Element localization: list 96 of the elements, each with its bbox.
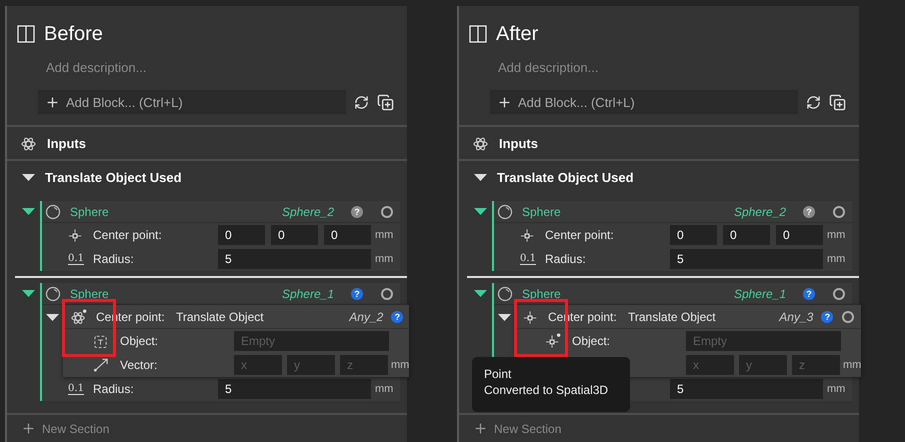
number-field[interactable]: 0 <box>218 225 265 245</box>
status-circle-icon[interactable] <box>841 310 856 324</box>
sphere-icon <box>497 286 513 302</box>
block-name: Sphere <box>70 286 109 300</box>
help-icon[interactable]: ? <box>351 288 363 300</box>
expand-toggle[interactable] <box>22 172 35 182</box>
variable-name: Sphere_1 <box>734 286 786 300</box>
help-icon[interactable]: ? <box>803 288 815 300</box>
unit-label: mm <box>827 229 846 241</box>
plus-icon <box>473 421 488 436</box>
refresh-icon[interactable] <box>806 94 821 110</box>
inputs-label[interactable]: Inputs <box>47 136 86 150</box>
block-name: Sphere <box>522 204 561 218</box>
vector-field[interactable]: y <box>739 355 787 375</box>
number-field[interactable]: 5 <box>670 379 823 399</box>
param-label: Object: <box>572 334 612 348</box>
arrow-icon <box>93 357 109 373</box>
object-field[interactable]: Empty <box>234 331 389 351</box>
block-title: Translate Object <box>628 310 716 324</box>
atom-icon <box>21 135 38 151</box>
section-title: Translate Object Used <box>45 170 182 184</box>
variable-name: Sphere_2 <box>734 204 786 218</box>
expand-toggle[interactable] <box>474 207 487 216</box>
expand-toggle[interactable] <box>474 289 487 298</box>
vector-field[interactable]: x <box>234 355 282 375</box>
unit-label: mm <box>375 253 394 265</box>
expand-toggle[interactable] <box>498 313 511 322</box>
status-circle-icon[interactable] <box>380 204 394 218</box>
description-placeholder[interactable]: Add description... <box>498 60 851 78</box>
vector-field[interactable]: z <box>792 355 840 375</box>
variable-name: Sphere_1 <box>282 286 334 300</box>
status-circle-icon[interactable] <box>380 286 394 300</box>
add-block-field[interactable]: Add Block... (Ctrl+L) <box>490 90 798 114</box>
status-circle-icon[interactable] <box>832 286 846 300</box>
variable-name: Sphere_2 <box>282 204 334 218</box>
expand-toggle[interactable] <box>474 172 487 182</box>
crosshair-point-icon <box>520 227 536 243</box>
sphere-icon <box>45 204 61 220</box>
number-field[interactable]: 5 <box>218 379 371 399</box>
block-title: Translate Object <box>176 310 264 324</box>
param-label: Object: <box>120 334 160 348</box>
crosshair-point-icon <box>68 227 84 243</box>
sphere-icon <box>45 286 61 302</box>
param-label: Radius: <box>545 252 587 266</box>
vector-field[interactable]: y <box>287 355 335 375</box>
param-label: Vector: <box>120 358 158 372</box>
unit-label: mm <box>375 383 394 395</box>
sphere-icon <box>497 204 513 220</box>
atom-icon <box>473 135 490 151</box>
number-field[interactable]: 0 <box>670 225 717 245</box>
copy-plus-icon[interactable] <box>829 94 846 110</box>
unit-label: mm <box>375 229 394 241</box>
number-field[interactable]: 0 <box>776 225 823 245</box>
new-section-button[interactable]: New Section <box>7 413 407 442</box>
refresh-icon[interactable] <box>354 94 369 110</box>
expand-toggle[interactable] <box>22 289 35 298</box>
unit-label: mm <box>827 253 846 265</box>
new-section-button[interactable]: New Section <box>459 413 859 442</box>
number-field[interactable]: 5 <box>670 249 823 269</box>
help-icon[interactable]: ? <box>391 310 404 322</box>
plus-icon <box>497 94 512 110</box>
tooltip-text: Converted to Spatial3D <box>484 383 610 397</box>
param-label: Center point: <box>93 228 163 242</box>
expand-toggle[interactable] <box>46 313 59 322</box>
param-label: Center point: <box>545 228 615 242</box>
copy-plus-icon[interactable] <box>377 94 394 110</box>
number-field[interactable]: 0 <box>271 225 318 245</box>
number-field[interactable]: 0 <box>723 225 770 245</box>
panel-title: Before <box>44 22 103 46</box>
inputs-label[interactable]: Inputs <box>499 136 538 150</box>
tooltip-title: Point <box>484 367 512 381</box>
expand-toggle[interactable] <box>22 207 35 216</box>
number-field[interactable]: 5 <box>218 249 371 269</box>
object-field[interactable]: Empty <box>686 331 841 351</box>
param-label: Radius: <box>93 252 135 266</box>
variable-name: Any_2 <box>349 310 384 324</box>
add-block-field[interactable]: Add Block... (Ctrl+L) <box>38 90 346 114</box>
panel-icon <box>469 25 487 43</box>
vector-field[interactable]: x <box>686 355 734 375</box>
vector-field[interactable]: z <box>340 355 388 375</box>
block-name: Sphere <box>70 204 109 218</box>
block-name: Sphere <box>522 286 561 300</box>
unit-label: mm <box>391 359 410 371</box>
plus-icon <box>45 94 60 110</box>
section-title: Translate Object Used <box>497 170 634 184</box>
status-circle-icon[interactable] <box>832 204 846 218</box>
unit-label: mm <box>827 383 846 395</box>
description-placeholder[interactable]: Add description... <box>46 60 399 78</box>
unit-label: mm <box>843 359 862 371</box>
panel-icon <box>17 25 35 43</box>
help-icon[interactable]: ? <box>821 310 834 322</box>
number-field[interactable]: 0 <box>324 225 371 245</box>
variable-name: Any_3 <box>779 310 814 324</box>
plus-icon <box>21 421 36 436</box>
param-label: Radius: <box>93 382 135 396</box>
panel-title: After <box>496 22 538 46</box>
